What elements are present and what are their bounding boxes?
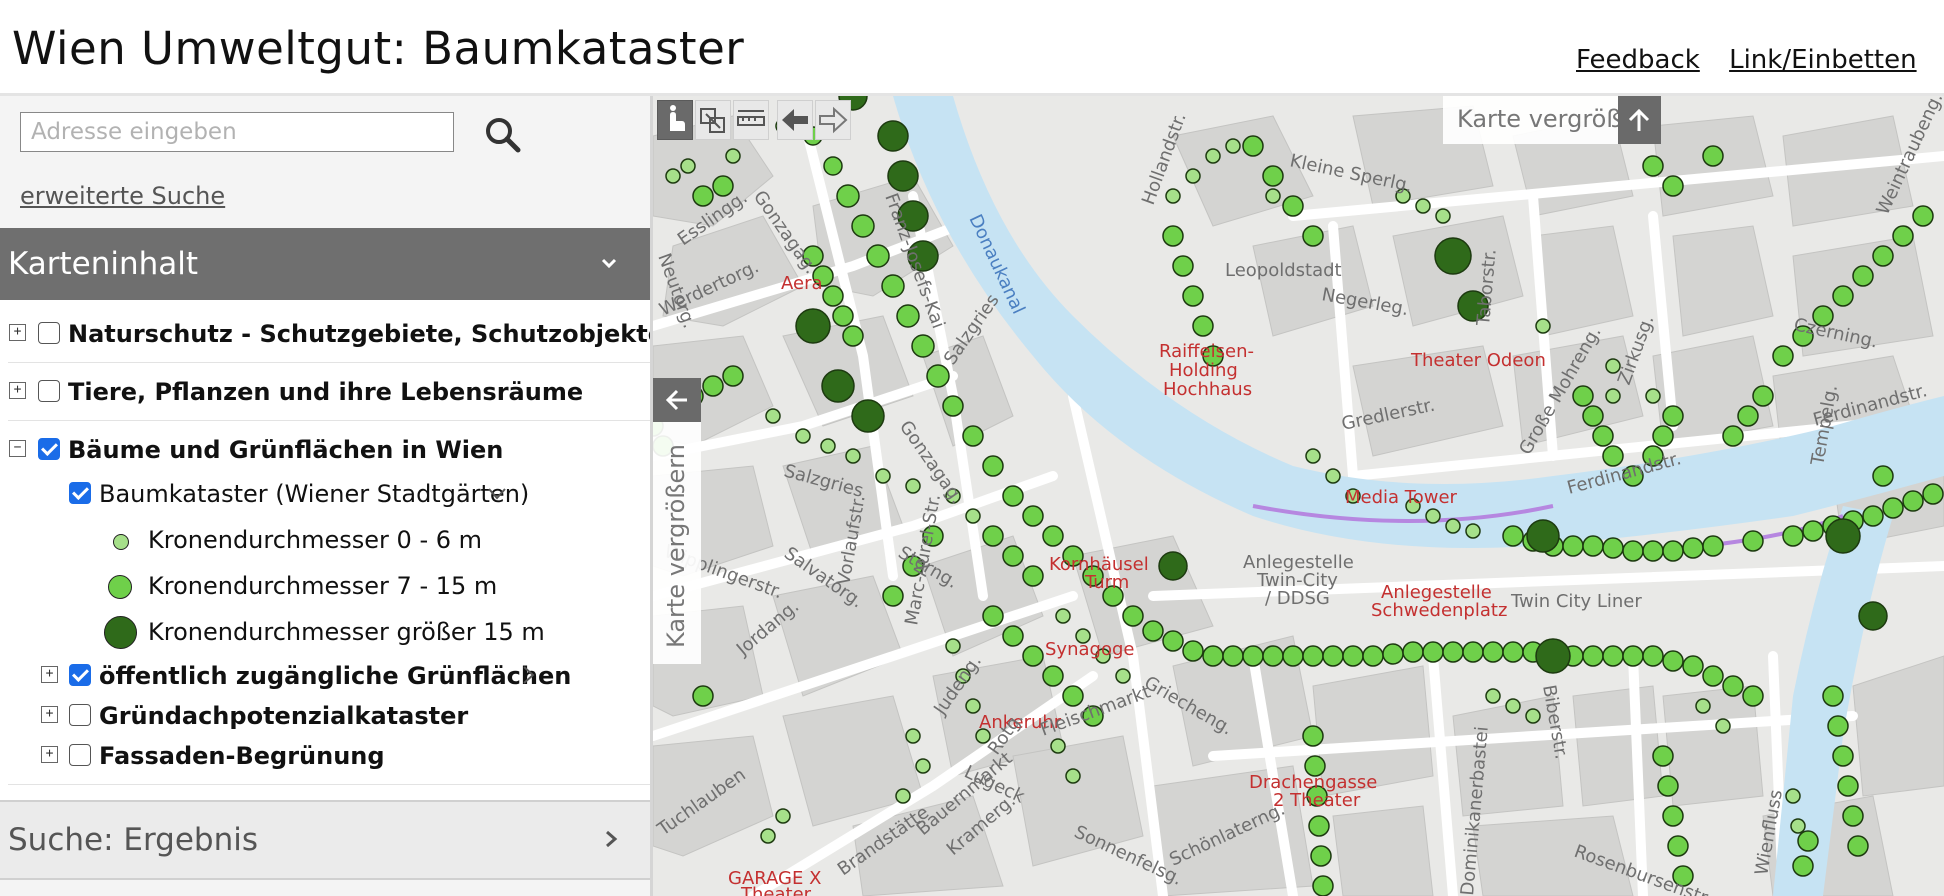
- arrow-left-icon: [653, 378, 701, 422]
- layer-label: öffentlich zugängliche Grünflächen: [99, 662, 572, 690]
- info-tool-button[interactable]: [657, 100, 693, 140]
- legend-label: Kronendurchmesser größer 15 m: [148, 618, 545, 646]
- ruler-icon: [737, 110, 765, 126]
- expand-icon[interactable]: +: [41, 706, 58, 723]
- chevron-right-icon[interactable]: [519, 664, 539, 686]
- hand-info-icon: [670, 105, 685, 131]
- layer-item: + Gründachpotenzialkataster: [0, 694, 650, 734]
- svg-text:Media Tower: Media Tower: [1345, 487, 1458, 508]
- advanced-search-link[interactable]: erweiterte Suche: [20, 182, 225, 210]
- chevron-down-icon: [601, 258, 617, 269]
- map-view[interactable]: Aera Raiffeisen- Holding Hochhaus Theate…: [653, 96, 1944, 896]
- chevron-down-icon[interactable]: [486, 484, 508, 504]
- map-toolbar: [653, 96, 873, 144]
- svg-text:Synagoge: Synagoge: [1045, 639, 1134, 660]
- legend-item: Kronendurchmesser 0 - 6 m: [0, 520, 650, 560]
- layer-checkbox[interactable]: [38, 322, 60, 344]
- svg-text:Holding: Holding: [1169, 360, 1238, 381]
- panel-title: Karteninhalt: [8, 246, 199, 282]
- svg-text:Raiffeisen-: Raiffeisen-: [1159, 341, 1254, 362]
- sublayer-checkbox-checked[interactable]: [69, 482, 91, 504]
- layer-checkbox[interactable]: [69, 744, 91, 766]
- large-tree-marker-icon: [104, 616, 137, 649]
- layer-label: Fassaden-Begrünung: [99, 742, 385, 770]
- legend-item: Kronendurchmesser größer 15 m: [0, 612, 650, 652]
- svg-text:2 Theater: 2 Theater: [1273, 790, 1361, 811]
- layer-item: + Naturschutz - Schutzgebiete, Schutzobj…: [0, 314, 650, 354]
- arrow-up-icon: [1618, 96, 1661, 144]
- sublayer-item: Baumkataster (Wiener Stadtgärten): [0, 474, 650, 514]
- app-header: Wien Umweltgut: Baumkataster Feedback Li…: [0, 0, 1944, 96]
- enlarge-map-side-button[interactable]: Karte vergrößern: [653, 378, 701, 664]
- divider: [8, 362, 650, 363]
- results-title: Suche: Ergebnis: [8, 822, 259, 858]
- map-basemap: Aera Raiffeisen- Holding Hochhaus Theate…: [653, 96, 1944, 896]
- small-tree-marker-icon: [113, 534, 129, 550]
- svg-text:Aera: Aera: [781, 273, 823, 294]
- layer-item: + Tiere, Pflanzen und ihre Lebensräume: [0, 372, 650, 412]
- collapse-icon[interactable]: −: [9, 440, 26, 457]
- header-links: Feedback Link/Einbetten D: [1576, 45, 1944, 75]
- search-button[interactable]: [482, 114, 526, 158]
- divider: [8, 420, 650, 421]
- legend-item: Kronendurchmesser 7 - 15 m: [0, 566, 650, 606]
- svg-text:Theater: Theater: [740, 884, 812, 896]
- layer-label: Tiere, Pflanzen und ihre Lebensräume: [68, 378, 584, 406]
- feedback-link[interactable]: Feedback: [1576, 45, 1700, 75]
- arrow-left-icon: [782, 109, 808, 131]
- address-search-input[interactable]: [20, 112, 454, 152]
- svg-text:Leopoldstadt: Leopoldstadt: [1225, 260, 1342, 281]
- layer-checkbox[interactable]: [69, 704, 91, 726]
- svg-text:Hochhaus: Hochhaus: [1163, 379, 1252, 400]
- medium-tree-marker-icon: [108, 575, 132, 599]
- layer-item: − Bäume und Grünflächen in Wien: [0, 430, 650, 470]
- zoom-box-icon: [700, 108, 725, 133]
- enlarge-map-top-button[interactable]: Karte vergrößern: [1443, 96, 1661, 144]
- layer-label: Gründachpotenzialkataster: [99, 702, 469, 730]
- layer-item: + Fassaden-Begrünung: [0, 734, 650, 774]
- search-results-panel-header[interactable]: Suche: Ergebnis: [0, 800, 650, 880]
- measure-button[interactable]: [733, 100, 769, 140]
- svg-text:Turm: Turm: [1084, 572, 1129, 593]
- legend-label: Kronendurchmesser 7 - 15 m: [148, 572, 498, 600]
- chevron-right-icon: [606, 830, 618, 848]
- svg-text:Schwedenplatz: Schwedenplatz: [1371, 600, 1507, 621]
- arrow-right-icon: [819, 106, 848, 134]
- previous-extent-button[interactable]: [777, 100, 813, 140]
- legend-label: Kronendurchmesser 0 - 6 m: [148, 526, 483, 554]
- layer-checkbox-checked[interactable]: [69, 664, 91, 686]
- svg-text:Theater Odeon: Theater Odeon: [1410, 350, 1546, 371]
- svg-text:Twin City Liner: Twin City Liner: [1510, 591, 1642, 612]
- expand-icon[interactable]: +: [9, 324, 26, 341]
- svg-text:/ DDSG: / DDSG: [1265, 588, 1330, 609]
- map-content-panel-header[interactable]: Karteninhalt: [0, 228, 650, 300]
- app-title: Wien Umweltgut: Baumkataster: [12, 22, 745, 75]
- layer-list: + Naturschutz - Schutzgebiete, Schutzobj…: [0, 300, 650, 800]
- divider: [8, 784, 650, 785]
- layer-checkbox[interactable]: [38, 380, 60, 402]
- zoom-box-button[interactable]: [695, 100, 731, 140]
- expand-icon[interactable]: +: [41, 666, 58, 683]
- layer-checkbox-checked[interactable]: [38, 438, 60, 460]
- next-extent-button[interactable]: [815, 100, 851, 140]
- sublayer-label: Baumkataster (Wiener Stadtgärten): [99, 480, 530, 508]
- sidebar: erweiterte Suche Karteninhalt + Natursch…: [0, 96, 653, 896]
- expand-icon[interactable]: +: [41, 746, 58, 763]
- layer-label: Naturschutz - Schutzgebiete, Schutzobjek…: [68, 320, 653, 348]
- layer-item: + öffentlich zugängliche Grünflächen: [0, 654, 650, 694]
- layer-label: Bäume und Grünflächen in Wien: [68, 436, 504, 464]
- expand-icon[interactable]: +: [9, 382, 26, 399]
- search-icon: [486, 118, 521, 153]
- side-enlarge-label: Karte vergrößern: [662, 444, 690, 648]
- link-embed-link[interactable]: Link/Einbetten: [1729, 45, 1917, 75]
